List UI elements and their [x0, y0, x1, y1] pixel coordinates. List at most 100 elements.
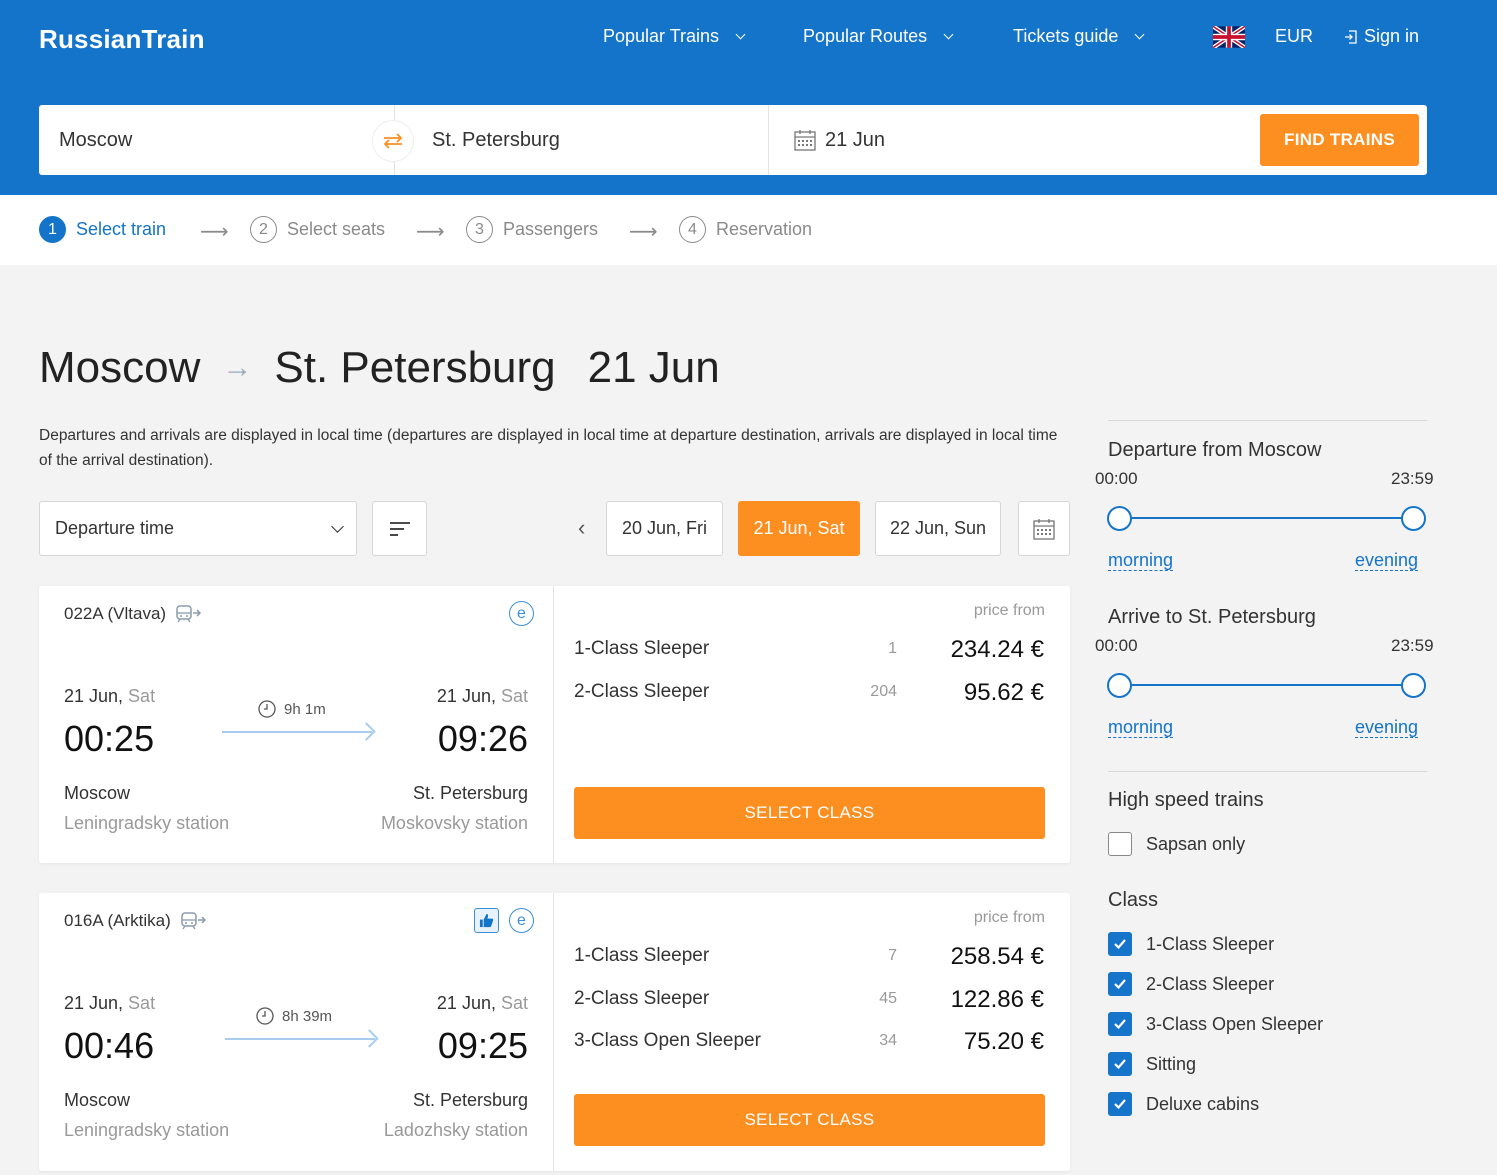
arrival-filter-title: Arrive to St. Petersburg	[1108, 606, 1316, 628]
search-bar: Moscow St. Petersburg 21 Jun FIND TRAINS	[39, 105, 1427, 175]
sapsan-only-checkbox[interactable]: Sapsan only	[1108, 832, 1245, 856]
sort-order-button[interactable]	[372, 501, 427, 556]
arrival-morning-link[interactable]: morning	[1108, 717, 1174, 738]
train-info: 022A (Vltava) e 21 Jun, Sat 00:25 9h 1m …	[39, 586, 554, 863]
date-tab-next[interactable]: 22 Jun, Sun	[875, 501, 1001, 556]
checkbox-checked[interactable]	[1108, 1052, 1132, 1076]
select-class-button[interactable]: SELECT CLASS	[574, 1094, 1045, 1146]
time-notice: Departures and arrivals are displayed in…	[39, 427, 1058, 469]
class-checkbox-3-class-open-sleeper[interactable]: 3-Class Open Sleeper	[1108, 1012, 1323, 1036]
swap-stations-button[interactable]	[372, 120, 414, 162]
arrival-slider-min-handle[interactable]	[1107, 673, 1132, 698]
calendar-button[interactable]	[1018, 501, 1070, 556]
step-select-train: 1 Select train	[39, 216, 166, 243]
arrival-weekday: Sat	[495, 993, 528, 1013]
logo[interactable]: RussianTrain	[39, 24, 205, 55]
arrival-city: St. Petersburg	[412, 1090, 528, 1110]
step-number: 1	[39, 216, 66, 243]
departure-time: 00:46	[64, 1025, 155, 1066]
select-class-button[interactable]: SELECT CLASS	[574, 787, 1045, 839]
arrival-time: 09:25	[437, 1025, 528, 1066]
departure-date: 21 Jun, Sat	[64, 686, 155, 707]
currency-selector[interactable]: EUR	[1275, 26, 1313, 47]
date-tab-selected[interactable]: 21 Jun, Sat	[738, 501, 860, 556]
checkbox-unchecked[interactable]	[1108, 832, 1132, 856]
checkbox-label: Sapsan only	[1146, 833, 1246, 854]
class-checkbox-2-class-sleeper[interactable]: 2-Class Sleeper	[1108, 972, 1274, 996]
step-number: 4	[679, 216, 706, 243]
nav-popular-routes-label: Popular Routes	[803, 26, 928, 46]
sort-select[interactable]: Departure time	[39, 501, 357, 556]
arrival-city: St. Petersburg	[412, 783, 528, 803]
check-icon	[1114, 939, 1126, 950]
train-card: 016A (Arktika) e 21 Jun, Sat 00:46 8h 39…	[39, 893, 1070, 1171]
nav-popular-routes[interactable]: Popular Routes	[803, 26, 954, 47]
sign-in-link[interactable]: Sign in	[1344, 26, 1419, 47]
e-ticket-icon: e	[509, 908, 534, 933]
route-arrow	[225, 1038, 375, 1040]
nav-popular-trains[interactable]: Popular Trains	[603, 26, 746, 47]
check-icon	[1114, 979, 1126, 990]
date-field[interactable]: 21 Jun	[793, 105, 885, 175]
header: RussianTrain Popular Trains Popular Rout…	[0, 0, 1497, 195]
price-from-label: price from	[973, 909, 1045, 926]
arrow-right-icon: ⟶	[629, 221, 658, 243]
departure-slider-max-handle[interactable]	[1401, 506, 1426, 531]
arrival-date: 21 Jun, Sat	[437, 993, 528, 1014]
check-icon	[1114, 1099, 1126, 1110]
class-row: 2-Class Sleeper 204 95.62 €	[574, 679, 1044, 711]
arrival-evening-link[interactable]: evening	[1355, 717, 1419, 738]
departure-date-day: 21 Jun,	[64, 686, 124, 706]
from-field[interactable]: Moscow	[59, 105, 132, 175]
thumbs-up-icon	[474, 908, 499, 933]
class-name: 2-Class Sleeper	[574, 988, 710, 1009]
class-checkbox-1-class-sleeper[interactable]: 1-Class Sleeper	[1108, 932, 1274, 956]
departure-filter-title: Departure from Moscow	[1108, 439, 1322, 461]
departure-max-time: 23:59	[1391, 469, 1434, 488]
class-row: 1-Class Sleeper 7 258.54 €	[574, 943, 1044, 975]
arrival-slider-max-handle[interactable]	[1401, 673, 1426, 698]
divider	[1108, 771, 1427, 772]
checkbox-label: 3-Class Open Sleeper	[1146, 1013, 1324, 1034]
uk-flag-icon[interactable]	[1213, 26, 1245, 48]
departure-date: 21 Jun, Sat	[64, 993, 155, 1014]
departure-slider-min-handle[interactable]	[1107, 506, 1132, 531]
price-from-label: price from	[973, 602, 1045, 619]
departure-morning-link[interactable]: morning	[1108, 550, 1174, 571]
seats-available: 7	[888, 947, 897, 964]
step-number: 2	[250, 216, 277, 243]
duration-value: 9h 1m	[284, 700, 326, 718]
class-row: 3-Class Open Sleeper 34 75.20 €	[574, 1028, 1044, 1060]
high-speed-filter-title: High speed trains	[1108, 789, 1264, 811]
checkbox-checked[interactable]	[1108, 1012, 1132, 1036]
nav-tickets-guide[interactable]: Tickets guide	[1013, 26, 1145, 47]
nav-tickets-guide-label: Tickets guide	[1013, 26, 1119, 46]
title-date: 21 Jun	[587, 343, 720, 392]
class-checkbox-sitting[interactable]: Sitting	[1108, 1052, 1196, 1076]
departure-slider-track[interactable]	[1120, 517, 1413, 519]
class-checkbox-deluxe-cabins[interactable]: Deluxe cabins	[1108, 1092, 1259, 1116]
title-from: Moscow	[39, 343, 201, 392]
checkbox-checked[interactable]	[1108, 1092, 1132, 1116]
arrival-date: 21 Jun, Sat	[437, 686, 528, 707]
class-price: 75.20 €	[963, 1028, 1044, 1055]
class-filter-title: Class	[1108, 889, 1159, 911]
class-row: 2-Class Sleeper 45 122.86 €	[574, 986, 1044, 1018]
progress-steps: 1 Select train ⟶ 2 Select seats ⟶ 3 Pass…	[0, 195, 1497, 265]
previous-date-button[interactable]: ‹	[578, 515, 585, 541]
class-prices: price from 1-Class Sleeper 7 258.54 € 2-…	[555, 893, 1070, 1171]
checkbox-checked[interactable]	[1108, 972, 1132, 996]
arrival-slider-track[interactable]	[1120, 684, 1413, 686]
checkbox-checked[interactable]	[1108, 932, 1132, 956]
departure-evening-link[interactable]: evening	[1355, 550, 1419, 571]
find-trains-button[interactable]: FIND TRAINS	[1260, 114, 1419, 166]
to-field[interactable]: St. Petersburg	[432, 105, 560, 175]
step-number: 3	[466, 216, 493, 243]
step-select-seats: 2 Select seats	[250, 216, 385, 243]
calendar-icon	[1033, 518, 1055, 540]
class-name: 1-Class Sleeper	[574, 945, 710, 966]
date-tab-prev[interactable]: 20 Jun, Fri	[606, 501, 723, 556]
sort-select-value: Departure time	[55, 518, 175, 538]
date-value: 21 Jun	[825, 128, 886, 151]
class-name: 1-Class Sleeper	[574, 638, 710, 659]
